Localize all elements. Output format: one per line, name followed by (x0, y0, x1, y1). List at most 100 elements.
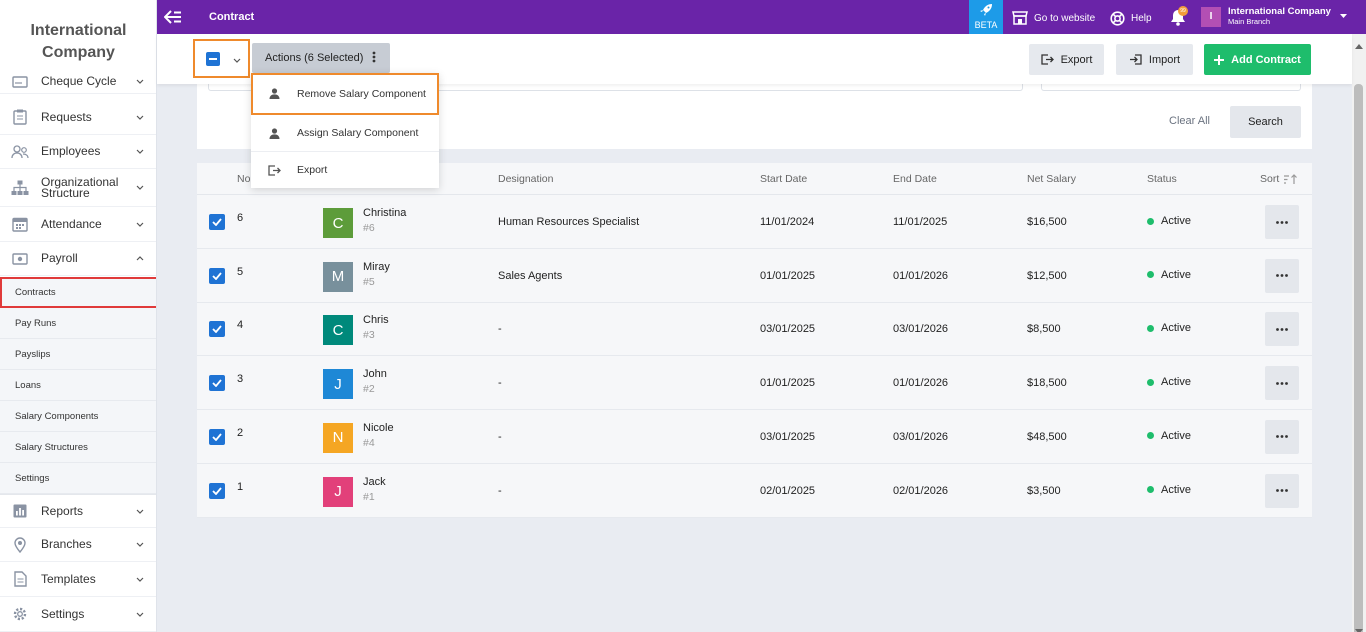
row-more-button[interactable] (1265, 258, 1299, 293)
export-button[interactable]: Export (1029, 44, 1104, 75)
table-row[interactable]: 6 C Christina #6 Human Resources Specialist 1… (197, 195, 1312, 249)
status-badge: Active (1147, 269, 1191, 281)
sidebar-sub-label: Salary Components (15, 410, 99, 422)
end-date-cell: 01/01/2026 (893, 269, 949, 282)
gear-icon (11, 606, 29, 622)
sidebar-item-label: Reports (41, 503, 84, 518)
sidebar-item-label: Attendance (41, 216, 102, 231)
add-contract-button[interactable]: Add Contract (1204, 44, 1311, 75)
sidebar-sub-settings[interactable]: Settings (0, 463, 156, 494)
sidebar-sub-label: Settings (15, 472, 50, 484)
actions-label: Actions (6 Selected) (265, 52, 364, 64)
row-checkbox[interactable] (209, 214, 225, 230)
actions-button[interactable]: Actions (6 Selected) (252, 43, 390, 73)
assign-salary-component-item[interactable]: Assign Salary Component (251, 115, 439, 152)
employee-name[interactable]: Miray (363, 261, 390, 273)
row-checkbox[interactable] (209, 482, 225, 499)
sidebar-sub-payslips[interactable]: Payslips (0, 339, 156, 370)
table-row[interactable]: 1 J Jack #1 - 02/01/2025 02/01/2026 $3,500 Activ… (197, 464, 1312, 518)
status-dot (1147, 271, 1154, 279)
sidebar-item-branches[interactable]: Branches (0, 528, 156, 562)
export-item[interactable]: Export (251, 152, 439, 188)
end-date-cell: 11/01/2025 (893, 216, 948, 228)
sidebar-item-label: Payroll (41, 251, 78, 265)
go-to-website-link[interactable]: Go to website (1012, 11, 1095, 25)
chevron-up-icon (136, 255, 144, 263)
table-row[interactable]: 4 C Chris #3 - 03/01/2025 03/01/2026 $8,500 Acti… (197, 302, 1312, 357)
sort-icon (1284, 173, 1298, 184)
row-checkbox[interactable] (209, 267, 225, 284)
clear-all-link[interactable]: Clear All (1169, 115, 1210, 127)
page-scrollbar[interactable] (1352, 34, 1366, 632)
sidebar-sub-salary-structures[interactable]: Salary Structures (0, 432, 156, 463)
scrollbar-thumb[interactable] (1354, 84, 1363, 632)
brand-name[interactable]: International Company (0, 0, 156, 76)
net-salary-cell: $18,500 (1027, 377, 1067, 390)
sidebar-sub-contracts[interactable]: Contracts (0, 277, 156, 308)
sidebar-item-attendance[interactable]: Attendance (0, 207, 156, 242)
start-date-cell: 11/01/2024 (760, 216, 815, 228)
status-label: Active (1161, 268, 1191, 281)
filter-input[interactable] (1041, 84, 1301, 91)
row-more-button[interactable] (1265, 366, 1299, 401)
row-checkbox[interactable] (209, 428, 225, 445)
notifications-button[interactable]: 99 (1170, 6, 1188, 29)
sidebar-item-organizational-structure[interactable]: Organizational Structure (0, 169, 156, 207)
employee-name[interactable]: Christina (363, 207, 406, 219)
sort-control[interactable]: Sort (1260, 173, 1298, 185)
status-badge: Active (1147, 484, 1191, 496)
status-dot (1147, 217, 1154, 225)
row-more-button[interactable] (1265, 473, 1299, 508)
collapse-sidebar-icon[interactable] (163, 9, 182, 25)
sidebar-item-requests[interactable]: Requests (0, 100, 156, 135)
sidebar-item-payroll[interactable]: Payroll (0, 242, 156, 276)
sidebar-item-label: Branches (41, 537, 92, 551)
status-dot (1147, 324, 1154, 332)
net-salary-cell: $8,500 (1027, 323, 1061, 336)
sidebar-sub-salary-components[interactable]: Salary Components (0, 401, 156, 432)
sidebar-sub-label: Pay Runs (15, 317, 57, 329)
row-number: 2 (237, 426, 244, 439)
scroll-up-icon[interactable] (1355, 38, 1363, 52)
beta-badge[interactable]: BETA (969, 0, 1003, 34)
table-row[interactable]: 5 M Miray #5 Sales Agents 01/01/2025 01/01/202… (197, 249, 1312, 303)
sidebar-item-settings[interactable]: Settings (0, 597, 156, 632)
search-button[interactable]: Search (1230, 106, 1301, 138)
row-more-button[interactable] (1265, 419, 1299, 454)
sidebar-sub-pay-runs[interactable]: Pay Runs (0, 308, 156, 339)
sidebar-item-reports[interactable]: Reports (0, 494, 156, 528)
sidebar-sub-loans[interactable]: Loans (0, 370, 156, 401)
employee-name[interactable]: Jack (363, 476, 386, 488)
select-all-checkbox[interactable] (206, 51, 220, 66)
table-row[interactable]: 3 J John #2 - 01/01/2025 01/01/2026 $18,500 Acti… (197, 356, 1312, 411)
kebab-icon (372, 51, 376, 66)
bulk-select-toggle[interactable] (193, 39, 250, 78)
chevron-down-icon[interactable] (233, 52, 241, 66)
help-link[interactable]: Help (1110, 11, 1152, 26)
sort-label: Sort (1260, 173, 1280, 185)
start-date-cell: 03/01/2025 (760, 430, 816, 443)
row-checkbox[interactable] (209, 321, 225, 338)
top-bar: Contract BETA Go to website Help 99 I In… (157, 0, 1366, 34)
remove-salary-component-item[interactable]: Remove Salary Component (251, 73, 439, 115)
import-icon (1129, 54, 1142, 65)
sidebar-item-employees[interactable]: Employees (0, 135, 156, 169)
row-more-button[interactable] (1265, 312, 1299, 347)
notification-count: 99 (1178, 6, 1188, 16)
column-header-end-date: End Date (893, 173, 937, 185)
scroll-down-icon[interactable] (1355, 623, 1363, 632)
company-switcher[interactable]: I International Company Main Branch (1201, 6, 1347, 27)
employee-name[interactable]: Nicole (363, 422, 394, 434)
sidebar-item-templates[interactable]: Templates (0, 562, 156, 597)
chevron-down-icon (136, 113, 144, 121)
employee-name[interactable]: John (363, 368, 387, 380)
row-checkbox[interactable] (209, 375, 225, 392)
company-branch: Main Branch (1228, 17, 1271, 26)
designation-cell: Sales Agents (498, 269, 563, 282)
import-button[interactable]: Import (1116, 44, 1193, 75)
employee-name[interactable]: Chris (363, 314, 389, 326)
contracts-table: No. Designation Start Date End Date Net … (197, 163, 1312, 518)
table-row[interactable]: 2 N Nicole #4 - 03/01/2025 03/01/2026 $48,500 Ac… (197, 410, 1312, 464)
calendar-icon (11, 216, 29, 232)
row-more-button[interactable] (1265, 205, 1299, 239)
